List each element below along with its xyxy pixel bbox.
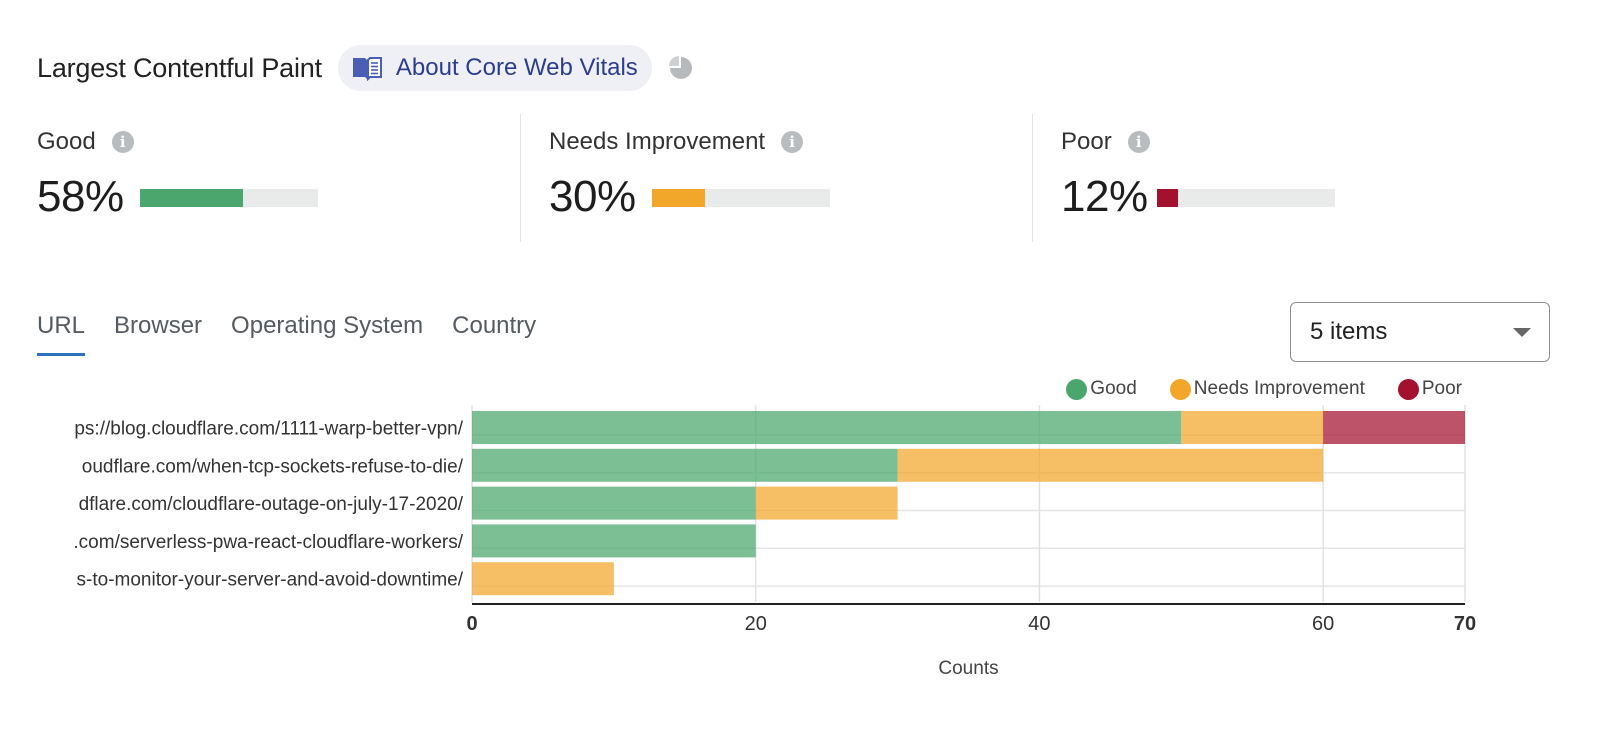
category-label: oudflare.com/when-tcp-sockets-refuse-to-… — [82, 456, 464, 477]
about-link-label: About Core Web Vitals — [395, 54, 638, 81]
tab-browser[interactable]: Browser — [114, 312, 202, 353]
header: Largest Contentful Paint About Core Web … — [37, 45, 694, 91]
info-icon[interactable]: i — [781, 131, 804, 153]
bar-segment-good[interactable] — [472, 486, 756, 520]
stat-label: Good — [37, 128, 96, 155]
vitals-summary: Good i 58% Needs Improvement i 30% Poor … — [0, 114, 1600, 242]
x-tick-label: 0 — [466, 613, 477, 635]
tab-operating-system[interactable]: Operating System — [231, 312, 423, 353]
tab-url[interactable]: URL — [37, 312, 86, 356]
items-count-value: 5 items — [1310, 318, 1388, 345]
x-axis: 0 20 40 60 70 — [466, 603, 1476, 635]
legend-label: Good — [1090, 378, 1137, 399]
x-tick-label: 40 — [1028, 613, 1050, 635]
legend-dot — [1169, 378, 1191, 400]
book-icon — [352, 55, 382, 81]
category-label: ps://blog.cloudflare.com/1111-warp-bette… — [74, 419, 463, 440]
category-label: dflare.com/cloudflare-outage-on-july-17-… — [79, 494, 464, 515]
legend-item-needs-improvement[interactable]: Needs Improvement — [1169, 378, 1365, 400]
legend-dot — [1397, 378, 1419, 400]
stat-good: Good i 58% — [0, 114, 520, 242]
stat-progress-bar — [652, 189, 830, 207]
x-tick-label: 60 — [1312, 613, 1334, 635]
stat-needs-improvement: Needs Improvement i 30% — [520, 114, 1032, 242]
info-icon[interactable]: i — [1127, 131, 1150, 153]
x-axis-title: Counts — [938, 658, 998, 679]
info-icon[interactable]: i — [111, 131, 134, 153]
bar-segment-good[interactable] — [472, 448, 898, 482]
stat-progress-fill — [1157, 189, 1179, 207]
bar-segment-needs-improvement[interactable] — [472, 562, 614, 596]
about-core-web-vitals-link[interactable]: About Core Web Vitals — [337, 45, 652, 91]
pie-chart-icon[interactable] — [668, 55, 694, 81]
category-labels: ps://blog.cloudflare.com/1111-warp-bette… — [73, 419, 463, 591]
bar-segment-poor[interactable] — [1323, 411, 1465, 444]
bar-segment-needs-improvement[interactable] — [897, 448, 1324, 482]
bar-segment-good[interactable] — [472, 524, 756, 558]
stat-progress-fill — [652, 189, 706, 207]
stat-poor: Poor i 12% — [1032, 114, 1600, 242]
bars — [472, 411, 1465, 596]
url-lcp-bar-chart: ps://blog.cloudflare.com/1111-warp-bette… — [73, 405, 1476, 679]
category-label: .com/serverless-pwa-react-cloudflare-wor… — [73, 532, 463, 553]
legend-label: Needs Improvement — [1193, 378, 1365, 399]
legend-item-poor[interactable]: Poor — [1397, 378, 1462, 400]
bar-segment-needs-improvement[interactable] — [1181, 411, 1324, 444]
x-tick-label: 20 — [745, 613, 767, 635]
stat-progress-bar — [140, 189, 318, 207]
legend-label: Poor — [1421, 378, 1462, 399]
stat-value: 58% — [37, 172, 124, 221]
legend-dot — [1066, 378, 1088, 400]
stat-progress-bar — [1157, 189, 1335, 207]
chevron-down-icon — [1513, 327, 1531, 337]
page-title: Largest Contentful Paint — [37, 52, 322, 83]
tab-country[interactable]: Country — [452, 312, 536, 353]
stat-label: Poor — [1061, 128, 1112, 155]
items-count-select[interactable]: 5 items — [1290, 302, 1550, 362]
bar-segment-good[interactable] — [472, 411, 1182, 444]
legend-item-good[interactable]: Good — [1066, 378, 1137, 400]
stat-value: 12% — [1061, 172, 1148, 221]
bar-segment-needs-improvement[interactable] — [755, 486, 898, 520]
stat-value: 30% — [549, 172, 636, 221]
chart-legend: Good Needs Improvement Poor — [1033, 378, 1462, 400]
x-tick-label: 70 — [1454, 613, 1476, 635]
dimension-tabs: URL Browser Operating System Country — [37, 312, 565, 356]
stat-progress-fill — [140, 189, 244, 207]
stat-label: Needs Improvement — [549, 128, 766, 155]
category-label: s-to-monitor-your-server-and-avoid-downt… — [77, 570, 464, 591]
